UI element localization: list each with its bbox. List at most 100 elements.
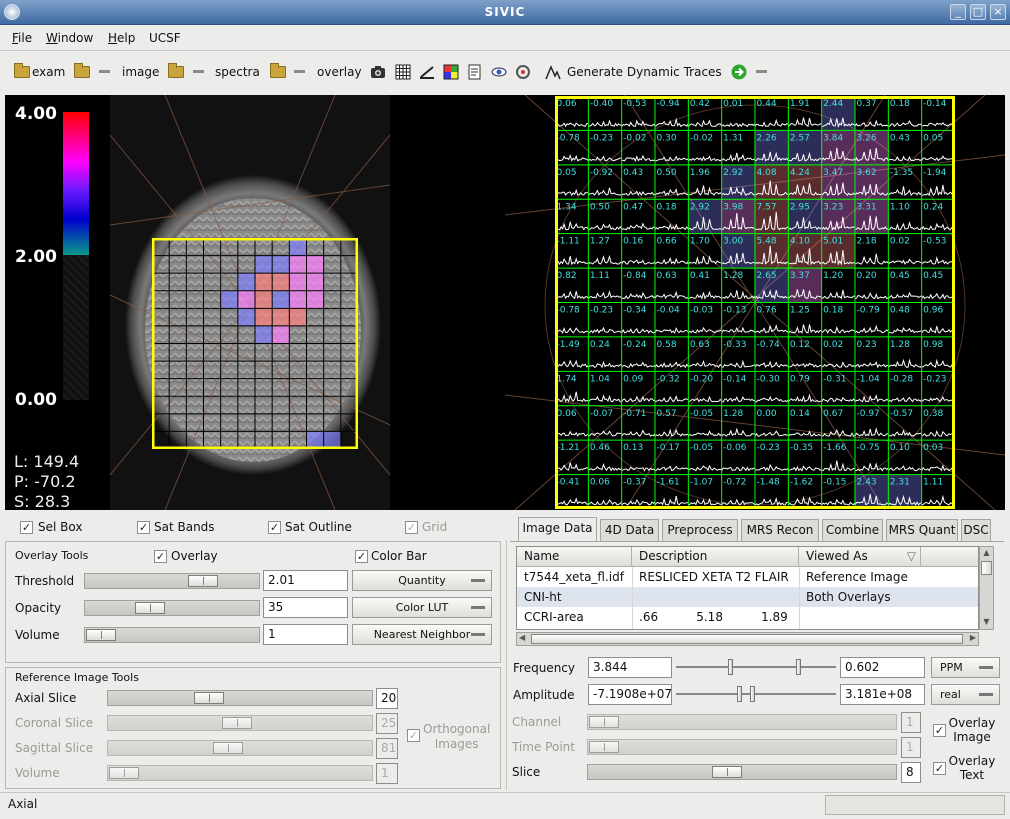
column-header-name[interactable]: Name — [517, 547, 632, 567]
table-row[interactable]: CCRI-area .66 5.18 1.89 — [517, 607, 978, 627]
close-icon[interactable]: × — [990, 4, 1006, 20]
tab-mrs-recon[interactable]: MRS Recon — [741, 519, 819, 541]
threshold-slider-thumb[interactable] — [188, 575, 219, 587]
amplitude-max-handle[interactable] — [750, 686, 755, 702]
vertical-scroll-thumb[interactable] — [981, 561, 992, 575]
frequency-range-slider[interactable] — [676, 666, 836, 668]
amplitude-mode-select[interactable]: real — [931, 684, 1000, 705]
frequency-max-input[interactable]: 0.602 — [840, 657, 925, 678]
overlay-volume-slider-thumb[interactable] — [86, 629, 116, 641]
sagittal-slice-slider[interactable] — [107, 740, 373, 756]
frequency-max-handle[interactable] — [796, 659, 801, 675]
column-header-description[interactable]: Description — [632, 547, 799, 567]
overlay-label[interactable]: overlay — [317, 65, 362, 79]
sagittal-slice-input[interactable]: 81 — [376, 738, 398, 759]
overlay-volume-input[interactable]: 1 — [263, 624, 348, 645]
traces-menu-dash[interactable] — [756, 70, 767, 73]
scroll-right-icon[interactable]: ▶ — [970, 633, 976, 642]
overlay-text-checkbox[interactable]: ✓ — [933, 762, 946, 775]
tab-4d-data[interactable]: 4D Data — [600, 519, 659, 541]
opacity-input[interactable]: 35 — [263, 597, 348, 618]
slice-input[interactable]: 8 — [901, 762, 921, 783]
open-exam-folder-icon[interactable] — [14, 63, 30, 78]
grid-checkbox[interactable]: ✓ — [405, 521, 418, 534]
scroll-left-icon[interactable]: ◀ — [519, 633, 525, 642]
time-point-input[interactable]: 1 — [901, 737, 921, 758]
color-bar-checkbox[interactable]: ✓ — [355, 550, 368, 563]
scroll-up-icon[interactable]: ▲ — [981, 548, 992, 558]
amplitude-min-input[interactable]: -7.1908e+07 — [588, 684, 672, 705]
tab-dsc[interactable]: DSC — [961, 519, 991, 541]
reset-icon[interactable] — [515, 64, 531, 80]
grid-icon[interactable] — [395, 64, 411, 80]
table-row[interactable]: CNI-ht Both Overlays — [517, 587, 978, 607]
image-label[interactable]: image — [122, 65, 159, 79]
menu-file[interactable]: File — [12, 31, 32, 45]
overlay-menu-dash[interactable] — [294, 70, 305, 73]
opacity-slider[interactable] — [84, 600, 260, 616]
window-level-icon[interactable] — [419, 64, 435, 80]
amplitude-max-input[interactable]: 3.181e+08 — [840, 684, 925, 705]
frequency-unit-select[interactable]: PPM — [931, 657, 1000, 678]
horizontal-scroll-thumb[interactable] — [531, 634, 963, 644]
time-point-slider-thumb[interactable] — [589, 741, 619, 753]
sat-outline-checkbox[interactable]: ✓ — [268, 521, 281, 534]
color-lut-select[interactable]: Color LUT — [352, 597, 492, 618]
frequency-min-input[interactable]: 3.844 — [588, 657, 672, 678]
tab-combine[interactable]: Combine — [822, 519, 883, 541]
threshold-slider[interactable] — [84, 573, 260, 589]
overlay-checkbox[interactable]: ✓ — [154, 550, 167, 563]
coronal-slice-slider-thumb[interactable] — [221, 717, 252, 729]
image-viewer[interactable]: 4.00 2.00 0.00 L: 149.4 P: -70.2 S: 28.3 — [5, 95, 505, 510]
generate-dynamic-traces-label[interactable]: Generate Dynamic Traces — [567, 65, 722, 79]
minimize-icon[interactable]: _ — [950, 4, 966, 20]
channel-input[interactable]: 1 — [901, 712, 921, 733]
overlay-volume-slider[interactable] — [84, 627, 260, 643]
slice-slider[interactable] — [587, 764, 897, 780]
amplitude-range-slider[interactable] — [676, 693, 836, 695]
channel-slider[interactable] — [587, 714, 897, 730]
table-row[interactable]: t7544_xeta_fl.idf RESLICED XETA T2 FLAIR… — [517, 567, 978, 587]
coronal-slice-input[interactable]: 25 — [376, 713, 398, 734]
reference-volume-slider[interactable] — [107, 765, 373, 781]
reference-volume-input[interactable]: 1 — [376, 763, 398, 784]
amplitude-min-handle[interactable] — [737, 686, 742, 702]
reference-volume-slider-thumb[interactable] — [109, 767, 139, 779]
open-overlay-folder-icon[interactable] — [270, 63, 286, 78]
quantity-select[interactable]: Quantity — [352, 570, 492, 591]
frequency-min-handle[interactable] — [728, 659, 733, 675]
tab-mrs-quant[interactable]: MRS Quant — [886, 519, 958, 541]
camera-icon[interactable] — [370, 64, 386, 80]
axial-slice-input[interactable]: 20 — [376, 688, 398, 709]
menu-help[interactable]: Help — [108, 31, 135, 45]
image-menu-dash[interactable] — [99, 70, 110, 73]
dynamic-traces-icon[interactable] — [545, 64, 561, 80]
sel-box-checkbox[interactable]: ✓ — [20, 521, 33, 534]
image-data-table[interactable]: Name Description Viewed As ▽ t7544_xeta_f… — [516, 546, 979, 630]
view-eye-icon[interactable] — [491, 64, 507, 80]
column-header-viewed-as[interactable]: Viewed As ▽ — [799, 547, 921, 567]
coronal-slice-slider[interactable] — [107, 715, 373, 731]
go-arrow-icon[interactable] — [731, 64, 747, 80]
threshold-input[interactable]: 2.01 — [263, 570, 348, 591]
notes-icon[interactable] — [467, 64, 483, 80]
spectra-label[interactable]: spectra — [215, 65, 260, 79]
sagittal-slice-slider-thumb[interactable] — [212, 742, 243, 754]
axial-slice-slider-thumb[interactable] — [194, 692, 225, 704]
spectra-viewer[interactable]: 0.06 -0.40 -0.53 -0.94 0.42 0.01 0.44 1.91 2.44 0… — [505, 95, 1005, 510]
open-spectra-folder-icon[interactable] — [168, 63, 184, 78]
overlay-image-checkbox[interactable]: ✓ — [933, 724, 946, 737]
open-image-folder-icon[interactable] — [74, 63, 90, 78]
time-point-slider[interactable] — [587, 739, 897, 755]
color-map-icon[interactable] — [443, 64, 459, 80]
interpolation-select[interactable]: Nearest Neighbor — [352, 624, 492, 645]
tab-preprocess[interactable]: Preprocess — [662, 519, 738, 541]
menu-window[interactable]: Window — [46, 31, 93, 45]
opacity-slider-thumb[interactable] — [135, 602, 165, 614]
table-horizontal-scrollbar[interactable]: ◀ ▶ — [516, 632, 979, 646]
channel-slider-thumb[interactable] — [589, 716, 619, 728]
spectra-menu-dash[interactable] — [193, 70, 204, 73]
exam-label[interactable]: exam — [32, 65, 65, 79]
table-vertical-scrollbar[interactable]: ▲ ▼ — [979, 546, 994, 630]
menu-ucsf[interactable]: UCSF — [149, 31, 181, 45]
